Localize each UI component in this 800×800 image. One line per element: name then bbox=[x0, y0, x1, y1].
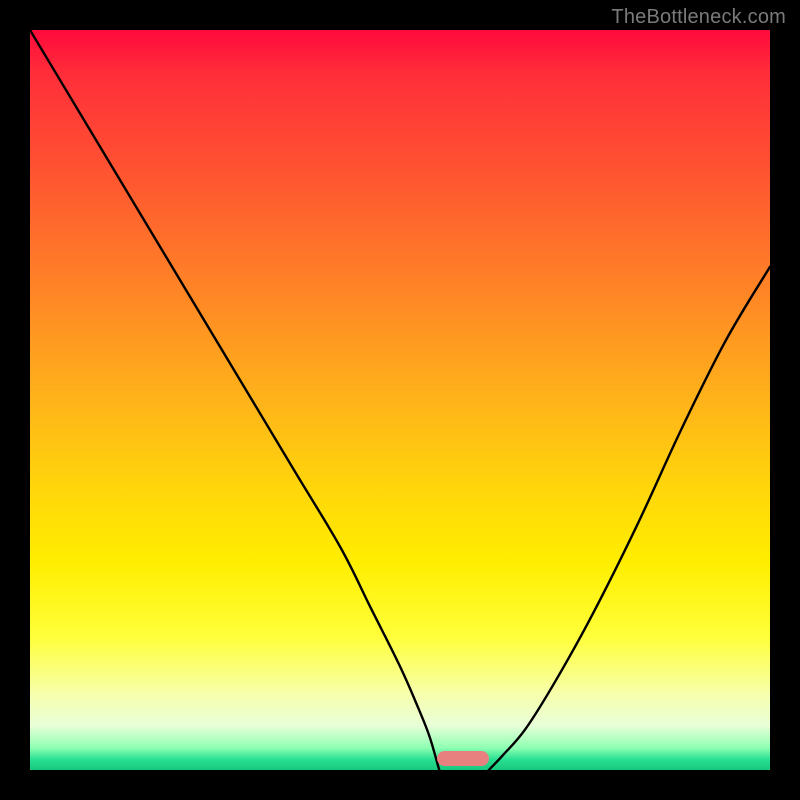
watermark-text: TheBottleneck.com bbox=[611, 6, 786, 29]
right-curve bbox=[489, 267, 770, 770]
curves-svg bbox=[30, 30, 770, 770]
left-curve bbox=[30, 30, 439, 770]
plot-area bbox=[30, 30, 770, 770]
bottleneck-marker bbox=[437, 751, 489, 766]
chart-frame: TheBottleneck.com bbox=[0, 0, 800, 800]
